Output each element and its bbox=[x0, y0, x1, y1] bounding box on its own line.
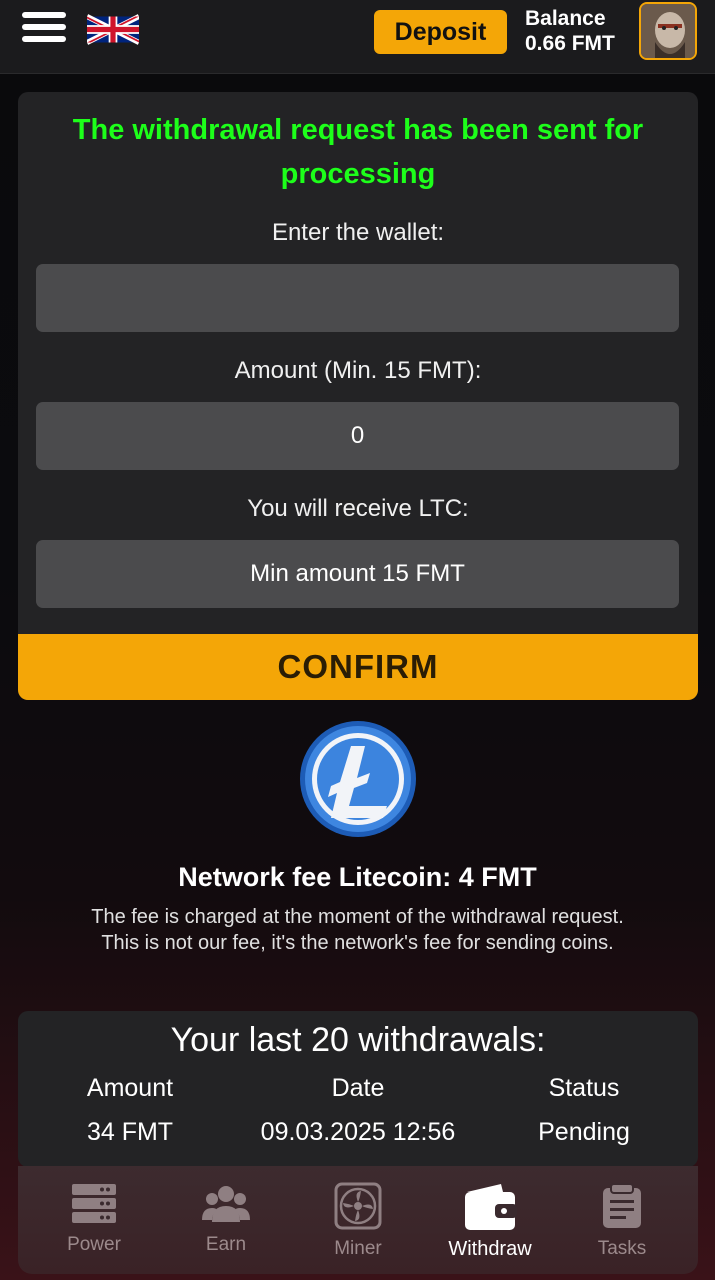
receive-label: You will receive LTC: bbox=[247, 495, 469, 522]
balance-value: 0.66 FMT bbox=[525, 32, 615, 55]
amount-label: Amount (Min. 15 FMT): bbox=[234, 357, 482, 384]
nav-item-earn[interactable]: Earn bbox=[158, 1166, 294, 1274]
status-message: The withdrawal request has been sent for… bbox=[72, 114, 644, 190]
uk-flag-icon[interactable] bbox=[87, 12, 139, 47]
cell-amount: 34 FMT bbox=[86, 1118, 174, 1146]
nav-item-power[interactable]: Power bbox=[26, 1166, 162, 1274]
cell-status: Pending bbox=[538, 1118, 630, 1146]
server-icon bbox=[72, 1184, 116, 1223]
deposit-button[interactable]: Deposit bbox=[374, 10, 507, 54]
wallet-input[interactable] bbox=[36, 264, 679, 332]
column-header-date: Date bbox=[331, 1074, 385, 1102]
nav-label-withdraw: Withdraw bbox=[448, 1238, 532, 1260]
bottom-nav: Power Earn Miner Withdraw Tasks bbox=[18, 1166, 698, 1274]
withdraw-form-card: The withdrawal request has been sent for… bbox=[18, 92, 698, 700]
column-header-status: Status bbox=[548, 1074, 620, 1102]
top-bar: Deposit Balance 0.66 FMT bbox=[0, 0, 715, 74]
confirm-button[interactable]: CONFIRM bbox=[18, 634, 698, 700]
users-icon bbox=[202, 1186, 250, 1222]
withdrawals-title: Your last 20 withdrawals: bbox=[170, 1021, 546, 1059]
wallet-label: Enter the wallet: bbox=[271, 219, 445, 246]
litecoin-icon bbox=[300, 721, 416, 837]
nav-item-miner[interactable]: Miner bbox=[290, 1166, 426, 1274]
nav-item-withdraw[interactable]: Withdraw bbox=[422, 1166, 558, 1274]
avatar-image bbox=[641, 4, 695, 58]
receive-amount-display: Min amount 15 FMT bbox=[36, 540, 679, 608]
hamburger-menu-icon[interactable] bbox=[22, 12, 68, 46]
nav-label-tasks: Tasks bbox=[597, 1238, 647, 1259]
nav-label-earn: Earn bbox=[205, 1234, 247, 1255]
column-header-amount: Amount bbox=[86, 1074, 174, 1102]
fan-icon bbox=[334, 1182, 382, 1230]
nav-item-tasks[interactable]: Tasks bbox=[554, 1166, 690, 1274]
nav-label-power: Power bbox=[67, 1234, 121, 1255]
network-fee-description: The fee is charged at the moment of the … bbox=[91, 906, 624, 954]
cell-date: 09.03.2025 12:56 bbox=[260, 1118, 456, 1146]
amount-input[interactable] bbox=[36, 402, 679, 470]
withdrawals-table: Your last 20 withdrawals: Amount Date St… bbox=[18, 1011, 698, 1167]
wallet-icon bbox=[465, 1184, 517, 1230]
tasks-icon bbox=[603, 1183, 641, 1228]
avatar[interactable] bbox=[639, 2, 697, 60]
nav-label-miner: Miner bbox=[334, 1238, 382, 1259]
balance-display: Balance 0.66 FMT bbox=[525, 6, 615, 56]
network-fee-title: Network fee Litecoin: 4 FMT bbox=[178, 862, 537, 892]
balance-label: Balance bbox=[525, 7, 606, 30]
